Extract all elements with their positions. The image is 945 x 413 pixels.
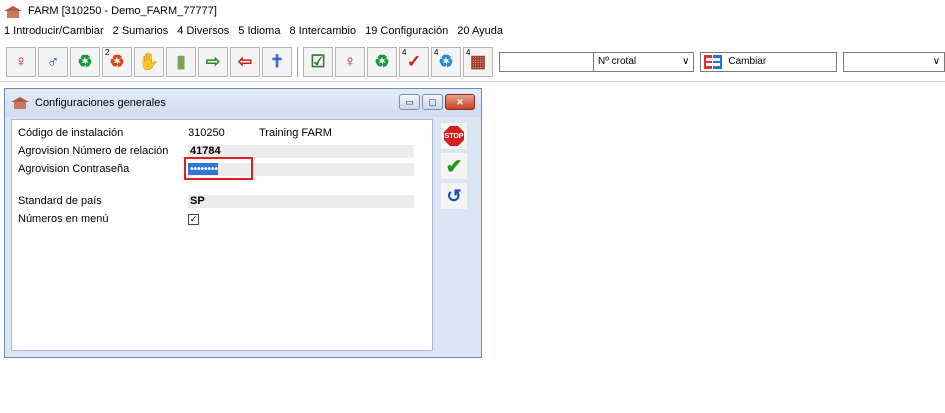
recycle-report-icon: ♻: [374, 51, 390, 71]
feed-bag-icon: ▮: [176, 51, 186, 71]
toolbar-button-number: 4: [402, 47, 407, 57]
row-codigo: Código de instalación 310250 Training FA…: [18, 126, 332, 140]
dialog-body: Código de instalación 310250 Training FA…: [11, 119, 433, 351]
toolbar: ♀ ♂ ♻ ♻ 2 ✋ ▮ ⇨ ⇦ ✝ ☑ ♀ ♻ ✓ 4 ♻ 4 ▦ 4 Nº crotal ∨ Cambiar …: [0, 42, 945, 82]
toolbar-button-male-symbol[interactable]: ♂: [38, 46, 68, 77]
recycle-icon: ♻: [77, 51, 93, 71]
stop-icon: STOP: [444, 126, 464, 146]
dialog-action-buttons: STOP ✔ ↺: [441, 123, 467, 213]
relacion-field[interactable]: 41784: [188, 144, 414, 158]
dialog-title: Configuraciones generales: [35, 97, 166, 109]
window-title: FARM [310250 - Demo_FARM_77777]: [28, 5, 217, 17]
dialog-titlebar: Configuraciones generales ▭ ▢ ✕: [5, 89, 481, 117]
recycle-numbered-icon: ♻: [109, 51, 125, 71]
female-symbol-icon: ♀: [14, 51, 28, 71]
accept-button[interactable]: ✔: [441, 153, 467, 179]
toolbar-button-death[interactable]: ✝: [262, 46, 292, 77]
chevron-down-icon: ∨: [932, 56, 941, 67]
row-standard: Standard de país SP: [18, 194, 414, 208]
barn-icon: [4, 4, 22, 18]
barn-report-icon: ▦: [469, 51, 487, 71]
maximize-button[interactable]: ▢: [422, 94, 443, 110]
row-relacion: Agrovision Número de relación 41784: [18, 144, 414, 158]
toolbar-button-report-list[interactable]: ☑: [303, 46, 333, 77]
cambiar-icon: [704, 54, 723, 69]
label-numeros: Números en menú: [18, 213, 109, 225]
label-contrasena: Agrovision Contraseña: [18, 163, 130, 175]
toolbar-button-number: 4: [466, 47, 471, 57]
numeros-checkbox[interactable]: ✓: [188, 213, 199, 225]
row-numeros: Números en menú ✓: [18, 212, 199, 226]
transfer-in-icon: ⇨: [205, 51, 221, 71]
male-symbol-icon: ♂: [46, 51, 60, 71]
menu-intercambio[interactable]: 8 Intercambio: [289, 25, 356, 37]
checkmark-icon: ✓: [189, 213, 198, 224]
female-report-icon: ♀: [343, 51, 357, 71]
toolbar-button-female-symbol[interactable]: ♀: [6, 46, 36, 77]
toolbar-button-transfer-in[interactable]: ⇨: [198, 46, 228, 77]
cambiar-label: Cambiar: [728, 56, 767, 67]
title-bar: FARM [310250 - Demo_FARM_77777]: [0, 0, 945, 22]
menu-sumarios[interactable]: 2 Sumarios: [113, 25, 169, 37]
label-codigo: Código de instalación: [18, 127, 124, 139]
report-list-icon: ☑: [310, 51, 326, 71]
toolbar-button-recycle-numbered[interactable]: ♻ 2: [102, 46, 132, 77]
barn-icon: [11, 97, 29, 109]
configuraciones-dialog: Configuraciones generales ▭ ▢ ✕ Código d…: [4, 88, 482, 358]
toolbar-button-number: 2: [105, 47, 110, 57]
toolbar-button-animal-report[interactable]: ♻ 4: [431, 46, 461, 77]
toolbar-button-animal-hand[interactable]: ✋: [134, 46, 164, 77]
right-select[interactable]: ∨: [842, 51, 945, 72]
toolbar-separator: [297, 46, 298, 77]
toolbar-button-group: ♀ ♂ ♻ ♻ 2 ✋ ▮ ⇨ ⇦ ✝ ☑ ♀ ♻ ✓ 4 ♻ 4 ▦ 4: [6, 46, 495, 77]
label-relacion: Agrovision Número de relación: [18, 145, 169, 157]
toolbar-button-recycle[interactable]: ♻: [70, 46, 100, 77]
menu-bar: 1 Introducir/Cambiar 2 Sumarios 4 Divers…: [0, 22, 945, 40]
label-standard: Standard de país: [18, 195, 102, 207]
menu-idioma[interactable]: 5 Idioma: [238, 25, 280, 37]
password-highlight-box: [184, 157, 253, 180]
toolbar-button-feed-bag[interactable]: ▮: [166, 46, 196, 77]
cambiar-select[interactable]: Cambiar: [700, 51, 837, 72]
menu-ayuda[interactable]: 20 Ayuda: [457, 25, 503, 37]
toolbar-button-female-report[interactable]: ♀: [335, 46, 365, 77]
chevron-down-icon: ∨: [682, 56, 690, 67]
value-codigo-name: Training FARM: [259, 127, 332, 139]
crotal-input[interactable]: [499, 51, 594, 72]
value-codigo: 310250: [188, 127, 225, 139]
graph-report-icon: ✓: [406, 51, 422, 71]
standard-field[interactable]: SP: [188, 194, 414, 208]
toolbar-button-barn-report[interactable]: ▦ 4: [463, 46, 493, 77]
crotal-select-label: Nº crotal: [598, 56, 637, 67]
undo-icon: ↺: [446, 185, 462, 206]
toolbar-button-transfer-out[interactable]: ⇦: [230, 46, 260, 77]
window-controls: ▭ ▢ ✕: [397, 94, 475, 110]
toolbar-button-graph-report[interactable]: ✓ 4: [399, 46, 429, 77]
minimize-button[interactable]: ▭: [399, 94, 420, 110]
menu-diversos[interactable]: 4 Diversos: [177, 25, 229, 37]
toolbar-button-recycle-report[interactable]: ♻: [367, 46, 397, 77]
close-button[interactable]: ✕: [445, 94, 475, 110]
toolbar-button-number: 4: [434, 47, 439, 57]
undo-button[interactable]: ↺: [441, 183, 467, 209]
crotal-select[interactable]: Nº crotal ∨: [594, 51, 695, 72]
animal-hand-icon: ✋: [138, 51, 160, 71]
death-icon: ✝: [269, 51, 285, 71]
menu-configuracion[interactable]: 19 Configuración: [365, 25, 448, 37]
stop-button[interactable]: STOP: [441, 123, 467, 149]
menu-introducir[interactable]: 1 Introducir/Cambiar: [4, 25, 104, 37]
transfer-out-icon: ⇦: [237, 51, 253, 71]
animal-report-icon: ♻: [438, 51, 454, 71]
checkmark-icon: ✔: [445, 155, 463, 178]
